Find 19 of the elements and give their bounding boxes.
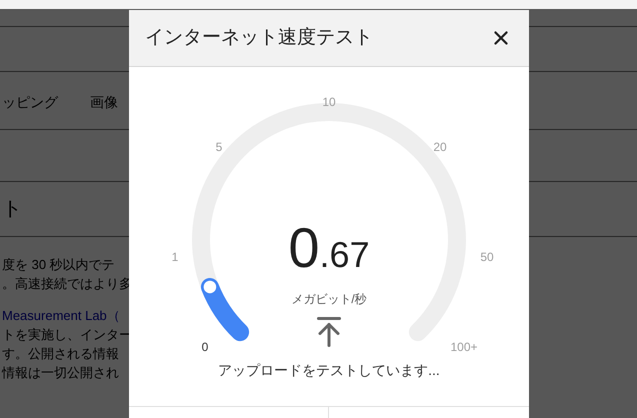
- gauge-tick-label: 1: [172, 250, 178, 264]
- gauge-tick-label: 5: [216, 140, 222, 154]
- speed-value: 0.67: [288, 220, 370, 276]
- page-heading: ト: [2, 197, 22, 222]
- paragraph-line: 情報は一切公開され: [2, 364, 119, 382]
- gauge-tick-label: 100+: [450, 340, 478, 354]
- paragraph-line: 度を 30 秒以内でテ: [2, 256, 115, 274]
- gauge-tick-label: 0: [202, 340, 208, 354]
- paragraph-line: す。公開される情報: [2, 345, 119, 363]
- tab[interactable]: ッピング: [2, 92, 58, 113]
- paragraph-line: 。高速接続ではより多: [2, 275, 132, 293]
- gauge-tick-label: 10: [322, 95, 336, 109]
- link[interactable]: Measurement Lab（: [2, 306, 120, 325]
- speed-unit: メガビット/秒: [291, 291, 367, 308]
- dialog-title: インターネット速度テスト: [145, 26, 373, 50]
- status-text: アップロードをテストしています...: [218, 361, 440, 380]
- gauge-tick-label: 50: [480, 250, 494, 264]
- gauge-tick-label: 20: [433, 140, 447, 154]
- tab[interactable]: 画像: [90, 92, 118, 113]
